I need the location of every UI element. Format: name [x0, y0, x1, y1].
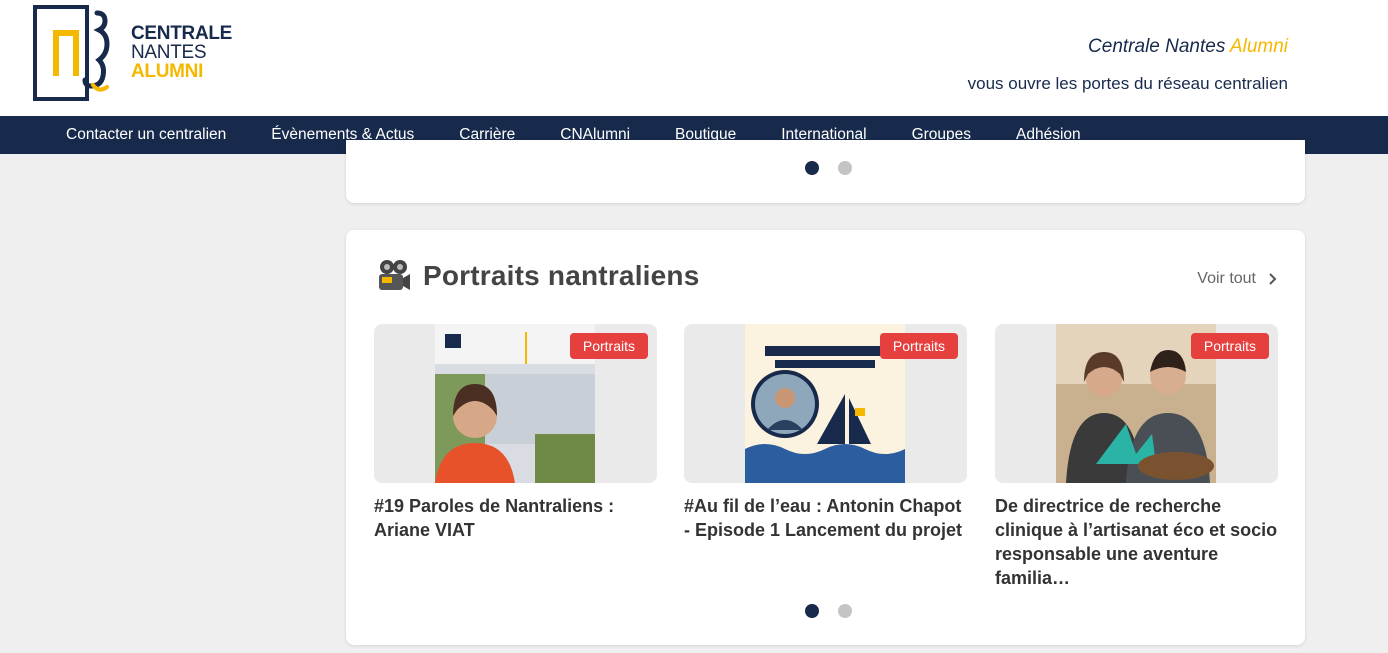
tagline-title-accent: Alumni [1229, 36, 1288, 57]
portraits-section: Portraits nantraliens Voir tout Portrait… [346, 230, 1305, 645]
section-header: Portraits nantraliens [376, 258, 700, 294]
tagline-title: Centrale Nantes Alumni [1088, 36, 1288, 58]
nav-item-contacter[interactable]: Contacter un centralien [66, 126, 226, 144]
carousel-pagination-top [805, 161, 852, 175]
logo-mark-icon [33, 5, 110, 101]
portrait-title[interactable]: #Au fil de l’eau : Antonin Chapot - Epis… [684, 494, 967, 542]
header-tagline: Centrale Nantes Alumni vous ouvre les po… [968, 36, 1288, 93]
category-badge: Portraits [879, 333, 958, 359]
category-badge: Portraits [569, 333, 648, 359]
site-header: CENTRALE NANTES ALUMNI Centrale Nantes A… [0, 0, 1388, 116]
section-title: Portraits nantraliens [423, 260, 700, 291]
site-logo[interactable]: CENTRALE NANTES ALUMNI [33, 5, 233, 101]
tagline-title-main: Centrale Nantes [1088, 36, 1226, 57]
see-all-label: Voir tout [1197, 270, 1256, 287]
portrait-title[interactable]: #19 Paroles de Nantraliens : Ariane VIAT [374, 494, 657, 542]
logo-line-3: ALUMNI [131, 61, 204, 82]
tagline-subtitle: vous ouvre les portes du réseau centrali… [967, 74, 1288, 93]
portrait-thumbnail-1[interactable]: Portraits [374, 324, 657, 483]
carousel-dot-2[interactable] [838, 604, 852, 618]
logo-line-2: NANTES [131, 42, 207, 63]
carousel-dot-2[interactable] [838, 161, 852, 175]
portrait-thumbnail-2[interactable]: Portraits [684, 324, 967, 483]
portrait-card-3[interactable]: Portraits De directrice de recherche cli… [995, 324, 1278, 590]
portrait-title[interactable]: De directrice de recherche clinique à l’… [995, 494, 1278, 590]
portrait-card-1[interactable]: Portraits #19 Paroles de Nantraliens : A… [374, 324, 657, 542]
see-all-link[interactable]: Voir tout [1197, 270, 1277, 288]
portrait-thumbnail-3[interactable]: Portraits [995, 324, 1278, 483]
carousel-dot-1[interactable] [805, 161, 819, 175]
carousel-pagination [805, 604, 852, 618]
carousel-dot-1[interactable] [805, 604, 819, 618]
logo-line-1: CENTRALE [131, 23, 233, 44]
logo-text: CENTRALE NANTES ALUMNI [131, 24, 232, 81]
previous-section-card [346, 140, 1305, 203]
category-badge: Portraits [1190, 333, 1269, 359]
chevron-right-icon [1269, 273, 1277, 285]
video-camera-icon [379, 260, 410, 290]
portrait-card-2[interactable]: Portraits #Au fil de l’eau : Antonin Cha… [684, 324, 967, 542]
